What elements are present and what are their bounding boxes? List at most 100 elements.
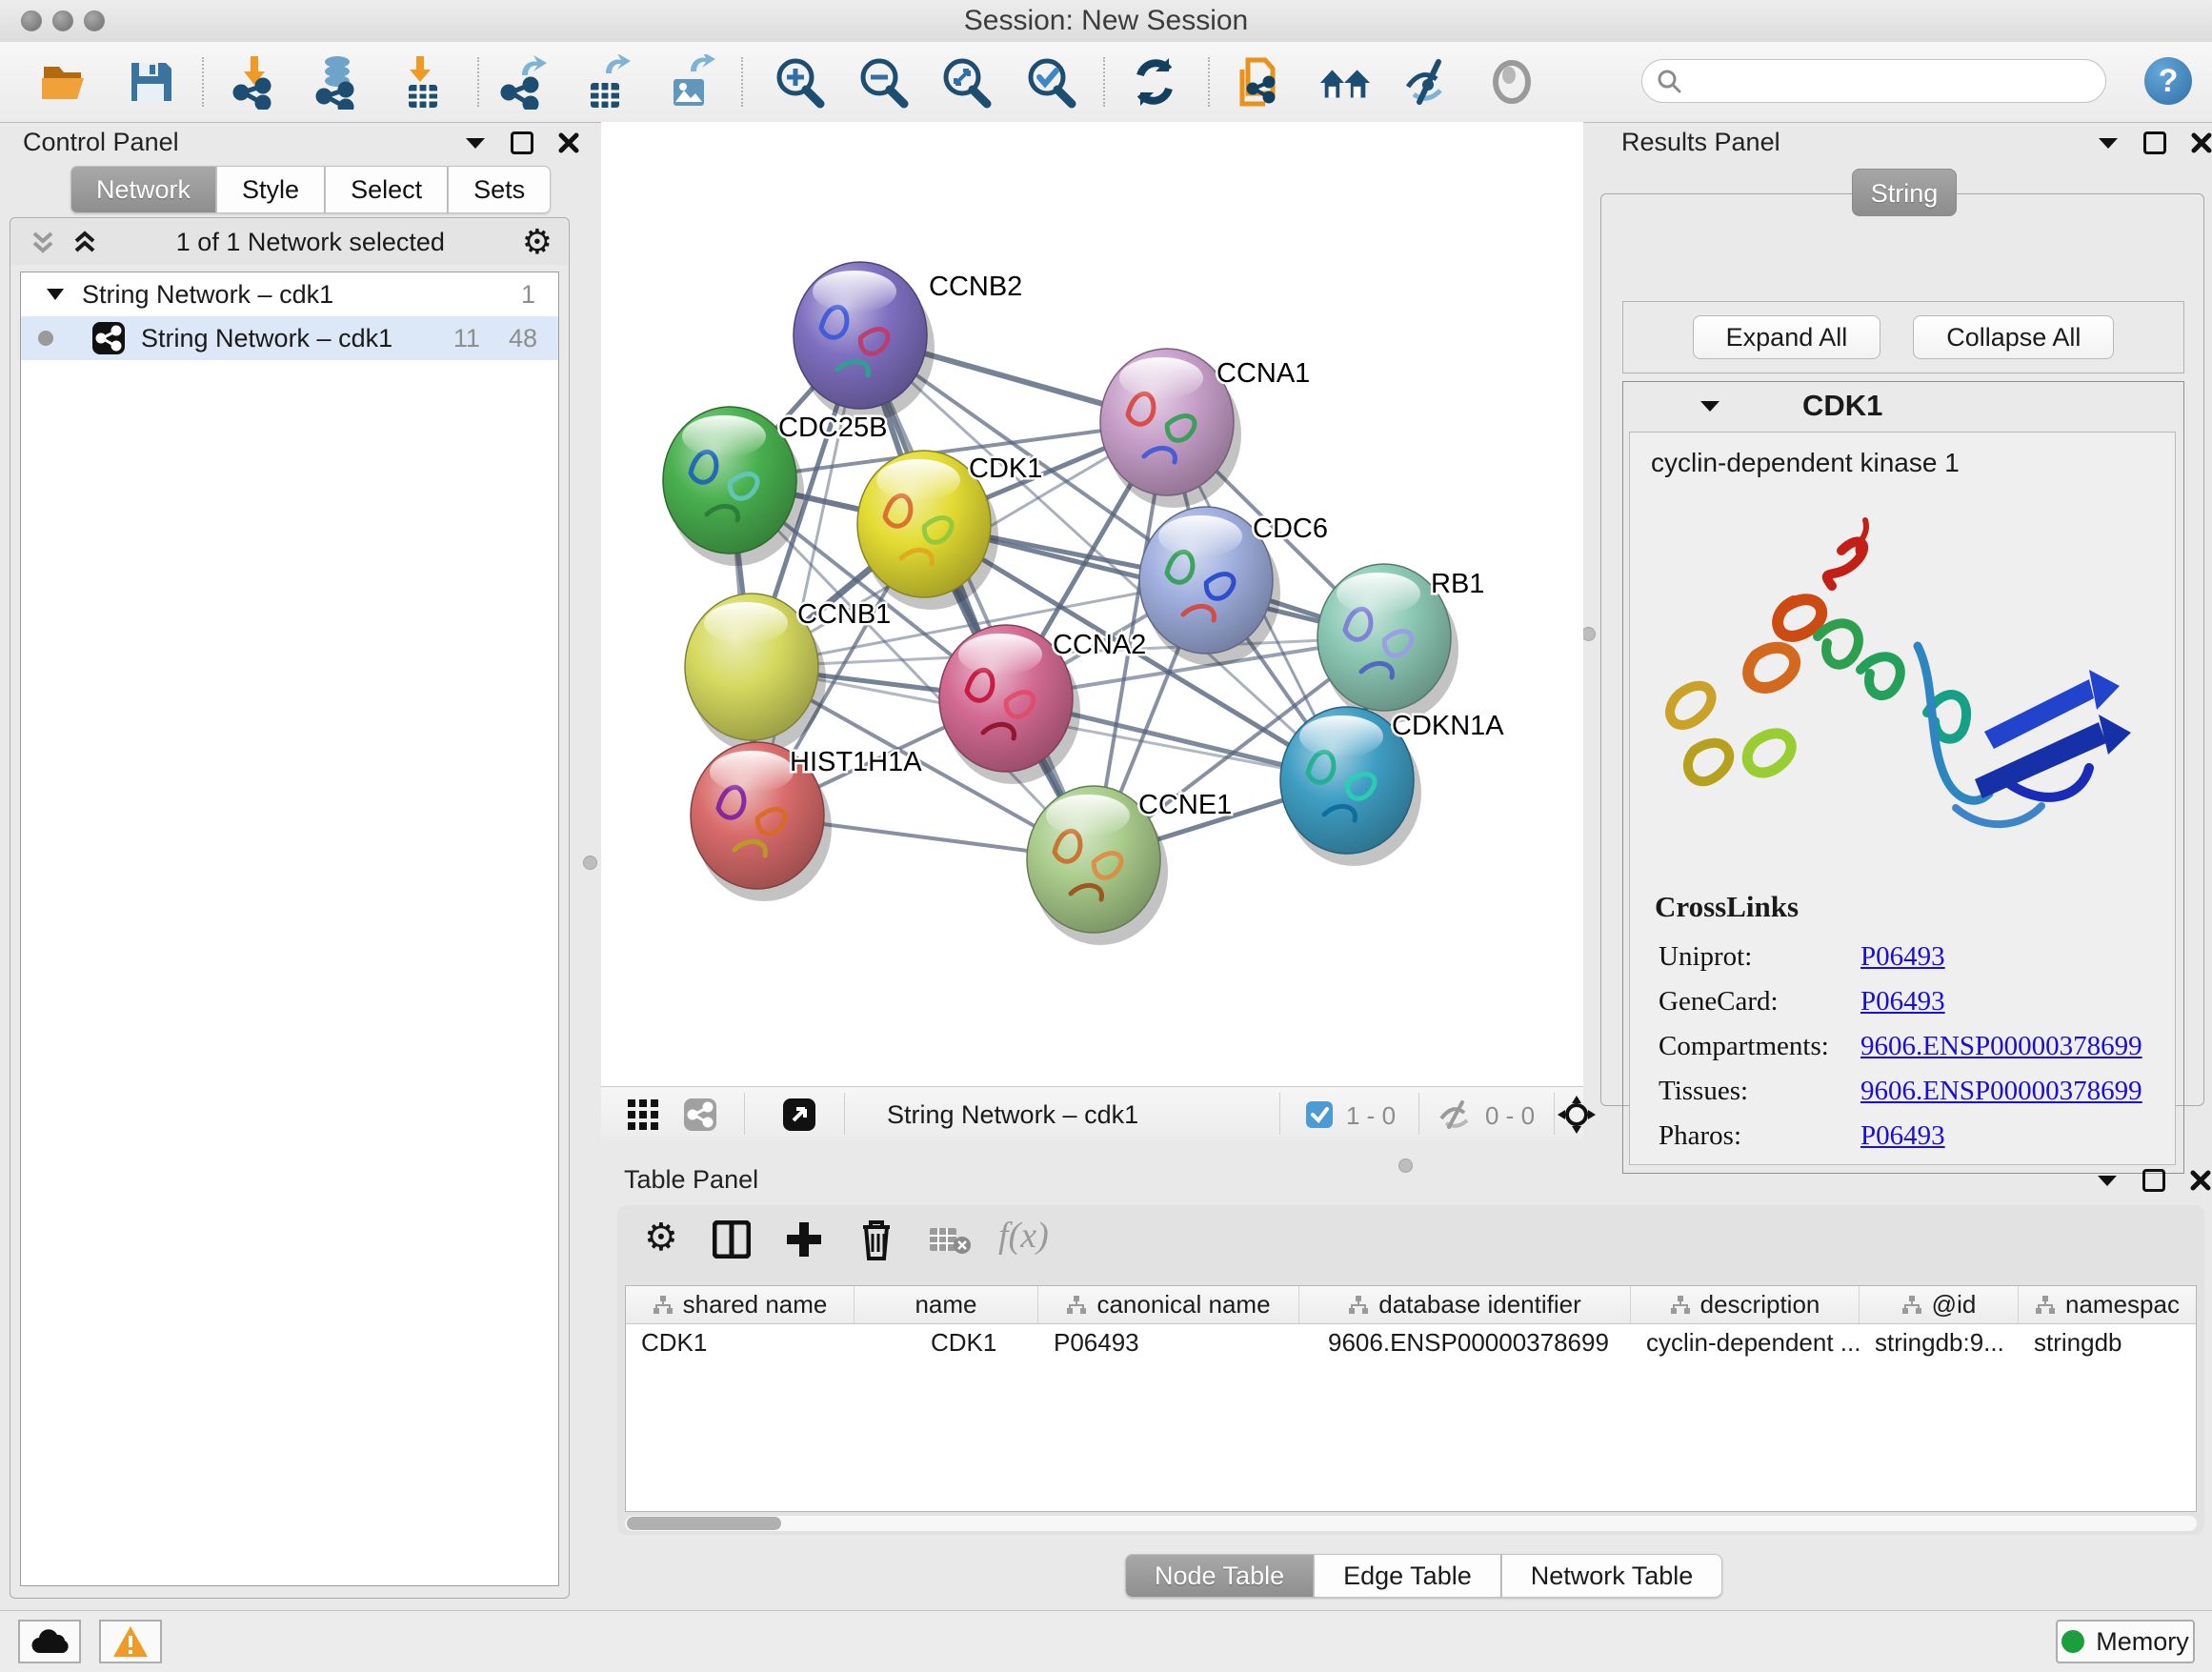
column-header[interactable]: @id — [1860, 1286, 2019, 1323]
cloud-button[interactable] — [18, 1620, 81, 1663]
import-database-icon[interactable] — [310, 53, 367, 111]
horizontal-scrollbar[interactable] — [625, 1516, 2197, 1531]
column-header[interactable]: description — [1631, 1286, 1860, 1323]
tab-style[interactable]: Style — [216, 166, 325, 213]
tab-sets[interactable]: Sets — [448, 166, 551, 213]
crosslink-link[interactable]: 9606.ENSP00000378699 — [1860, 1076, 2142, 1107]
hide-eye-icon[interactable] — [1399, 53, 1457, 111]
panel-maximize-icon[interactable] — [2143, 131, 2166, 154]
export-image-icon[interactable] — [661, 53, 718, 111]
network-options-gear-icon[interactable]: ⚙ — [522, 225, 553, 259]
scrollbar-thumb[interactable] — [627, 1517, 781, 1530]
cell-database-identifier[interactable]: 9606.ENSP00000378699 — [1299, 1328, 1631, 1358]
expand-all-button[interactable]: Expand All — [1693, 315, 1881, 359]
column-header[interactable]: namespac — [2019, 1286, 2196, 1323]
crosslink-link[interactable]: P06493 — [1860, 941, 1945, 973]
tab-string[interactable]: String — [1852, 169, 1957, 216]
panel-float-icon[interactable] — [2097, 1174, 2118, 1187]
network-graph[interactable]: CCNB2CCNA1CDC25BCDK1CDC6RB1CCNB1CCNA2CDK… — [601, 122, 1583, 1086]
memory-button[interactable]: Memory — [2056, 1620, 2195, 1663]
network-row[interactable]: String Network – cdk1 11 48 — [21, 316, 558, 360]
cell-shared-name[interactable]: CDK1 — [626, 1328, 855, 1358]
birds-eye-view-icon[interactable] — [782, 1098, 816, 1132]
column-header[interactable]: name — [855, 1286, 1038, 1323]
cell-name[interactable]: CDK1 — [855, 1328, 1038, 1358]
crosslink-link[interactable]: P06493 — [1860, 1120, 1945, 1152]
cell-namespace[interactable]: stringdb — [2019, 1328, 2196, 1358]
panel-float-icon[interactable] — [465, 136, 486, 150]
grid-view-icon[interactable] — [628, 1099, 658, 1130]
import-table-icon[interactable] — [394, 53, 452, 111]
zoom-in-icon[interactable] — [770, 53, 827, 111]
left-splitter-handle[interactable] — [583, 856, 597, 870]
panel-float-icon[interactable] — [2098, 136, 2119, 150]
node-label: CDC6 — [1253, 514, 1328, 544]
column-header[interactable]: canonical name — [1038, 1286, 1299, 1323]
show-columns-icon[interactable] — [713, 1220, 751, 1259]
panel-close-icon[interactable] — [2190, 1170, 2211, 1191]
pan-crosshair-icon[interactable] — [1558, 1096, 1596, 1134]
tab-network-table[interactable]: Network Table — [1501, 1554, 1723, 1598]
tab-node-table[interactable]: Node Table — [1125, 1554, 1314, 1598]
help-icon[interactable]: ? — [2144, 57, 2192, 105]
share-document-icon[interactable] — [1232, 53, 1289, 111]
search-icon — [1656, 68, 1682, 94]
network-view-icon[interactable] — [683, 1098, 717, 1132]
table-row[interactable]: CDK1 CDK1 P06493 9606.ENSP00000378699 cy… — [626, 1324, 2196, 1360]
import-network-icon[interactable] — [229, 53, 286, 111]
warnings-button[interactable] — [99, 1620, 162, 1663]
panel-maximize-icon[interactable] — [511, 131, 533, 154]
show-eye-icon[interactable] — [1483, 53, 1540, 111]
panel-maximize-icon[interactable] — [2142, 1169, 2165, 1192]
tab-network[interactable]: Network — [70, 166, 216, 213]
export-table-icon[interactable] — [578, 53, 635, 111]
search-input[interactable] — [1641, 59, 2106, 103]
open-session-icon[interactable] — [36, 53, 93, 111]
panel-close-icon[interactable] — [2191, 132, 2212, 153]
hierarchy-icon — [1066, 1296, 1087, 1315]
add-column-icon[interactable] — [783, 1219, 825, 1260]
collapse-all-networks-icon[interactable] — [29, 228, 57, 256]
tab-edge-table[interactable]: Edge Table — [1314, 1554, 1501, 1598]
table-container: ⚙ f(x) shared name name canonical name d… — [617, 1205, 2204, 1535]
crosslink-label: Compartments: — [1659, 1031, 1860, 1062]
cell-canonical-name[interactable]: P06493 — [1038, 1328, 1299, 1358]
node-label: CCNA2 — [1053, 630, 1146, 660]
column-header[interactable]: shared name — [626, 1286, 855, 1323]
panel-close-icon[interactable] — [558, 132, 579, 153]
protein-collapse-icon[interactable] — [1699, 399, 1720, 413]
crosslink-link[interactable]: 9606.ENSP00000378699 — [1860, 1031, 2142, 1062]
column-header[interactable]: database identifier — [1299, 1286, 1631, 1323]
network-view-title: String Network – cdk1 — [887, 1100, 1138, 1130]
expand-collapse-bar: Expand All Collapse All — [1622, 301, 2184, 373]
save-session-icon[interactable] — [122, 53, 179, 111]
refresh-icon[interactable] — [1126, 53, 1183, 111]
table-options-gear-icon[interactable]: ⚙ — [644, 1220, 678, 1255]
control-panel-title: Control Panel — [23, 128, 179, 157]
crosslink-label: Tissues: — [1659, 1076, 1860, 1107]
collapse-all-button[interactable]: Collapse All — [1913, 315, 2114, 359]
selected-node-edge-counts: 1 - 0 — [1346, 1101, 1396, 1131]
expand-all-networks-icon[interactable] — [70, 228, 99, 256]
network-node[interactable] — [794, 262, 935, 421]
node-label: CDC25B — [778, 413, 887, 443]
zoom-fit-icon[interactable] — [936, 53, 994, 111]
warning-icon — [112, 1625, 149, 1658]
export-network-icon[interactable] — [496, 53, 553, 111]
network-canvas[interactable]: CCNB2CCNA1CDC25BCDK1CDC6RB1CCNB1CCNA2CDK… — [601, 122, 1583, 1140]
crosslink-link[interactable]: P06493 — [1860, 986, 1945, 1017]
tree-expand-icon[interactable] — [46, 287, 65, 302]
tab-select[interactable]: Select — [325, 166, 448, 213]
network-home-icon[interactable] — [1317, 53, 1374, 111]
zoom-out-icon[interactable] — [854, 53, 911, 111]
network-collection-row[interactable]: String Network – cdk1 1 — [21, 272, 558, 316]
function-builder-icon[interactable]: f(x) — [998, 1215, 1049, 1257]
cell-id[interactable]: stringdb:9... — [1860, 1328, 2019, 1358]
cell-description[interactable]: cyclin-dependent ... — [1631, 1328, 1860, 1358]
selected-checkbox-icon[interactable] — [1306, 1101, 1333, 1128]
toolbar-separator — [1279, 1093, 1280, 1135]
delete-table-icon[interactable] — [930, 1226, 972, 1255]
table-header-row: shared name name canonical name database… — [626, 1286, 2196, 1324]
zoom-selected-icon[interactable] — [1021, 53, 1078, 111]
delete-column-icon[interactable] — [857, 1218, 895, 1261]
